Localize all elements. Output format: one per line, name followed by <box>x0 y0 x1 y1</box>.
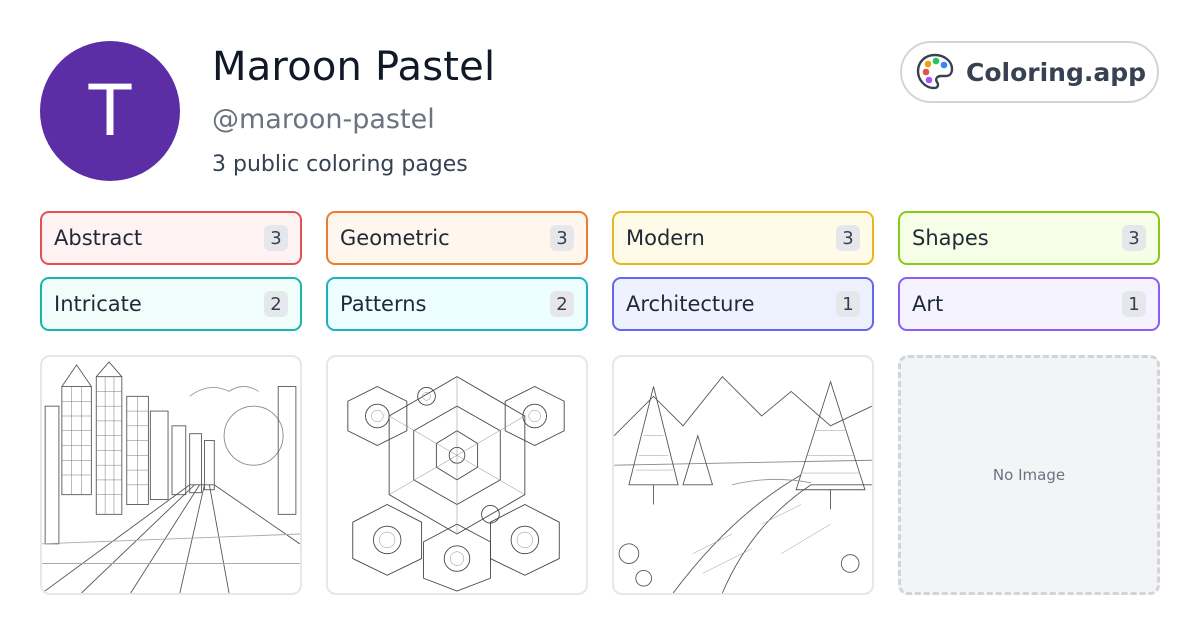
tag-count: 3 <box>264 225 288 251</box>
tag-label: Intricate <box>54 292 142 316</box>
tag-count: 1 <box>1122 291 1146 317</box>
coloring-page-thumbnail-landscape[interactable] <box>612 355 874 595</box>
brand-badge[interactable]: Coloring.app <box>900 41 1159 103</box>
tag-abstract[interactable]: Abstract 3 <box>40 211 302 265</box>
tag-modern[interactable]: Modern 3 <box>612 211 874 265</box>
tag-count: 3 <box>836 225 860 251</box>
tag-label: Geometric <box>340 226 450 250</box>
tag-patterns[interactable]: Patterns 2 <box>326 277 588 331</box>
tag-label: Shapes <box>912 226 989 250</box>
brand-label: Coloring.app <box>966 57 1147 87</box>
tag-geometric[interactable]: Geometric 3 <box>326 211 588 265</box>
cityscape-line-art <box>42 361 300 593</box>
coloring-page-thumbnail-cityscape[interactable] <box>40 355 302 595</box>
tag-art[interactable]: Art 1 <box>898 277 1160 331</box>
coloring-page-placeholder: No Image <box>898 355 1160 595</box>
avatar-letter: T <box>88 70 132 152</box>
tag-count: 2 <box>264 291 288 317</box>
tag-label: Architecture <box>626 292 755 316</box>
tag-architecture[interactable]: Architecture 1 <box>612 277 874 331</box>
avatar: T <box>40 41 180 181</box>
tag-count: 3 <box>1122 225 1146 251</box>
tag-label: Art <box>912 292 944 316</box>
geometric-hexagon-line-art <box>347 376 565 592</box>
no-image-label: No Image <box>992 466 1066 484</box>
tag-count: 1 <box>836 291 860 317</box>
tag-count: 3 <box>550 225 574 251</box>
tag-label: Modern <box>626 226 705 250</box>
landscape-trees-line-art <box>614 376 872 593</box>
page-count: 3 public coloring pages <box>212 152 468 177</box>
tag-shapes[interactable]: Shapes 3 <box>898 211 1160 265</box>
profile-handle: @maroon-pastel <box>212 104 435 135</box>
tag-intricate[interactable]: Intricate 2 <box>40 277 302 331</box>
tag-count: 2 <box>550 291 574 317</box>
profile-name: Maroon Pastel <box>212 44 496 90</box>
tag-label: Abstract <box>54 226 143 250</box>
coloring-page-thumbnail-geometric[interactable] <box>326 355 588 595</box>
palette-icon <box>914 51 956 93</box>
tag-label: Patterns <box>340 292 427 316</box>
